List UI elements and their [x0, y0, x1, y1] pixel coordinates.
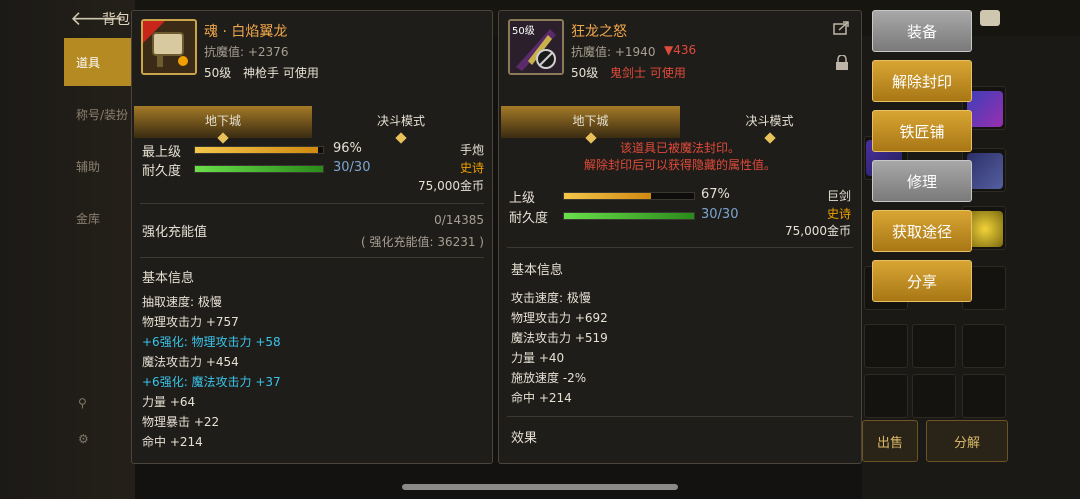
tab-pvp[interactable]: 决斗模式 [312, 106, 490, 144]
attribute-line: 物理攻击力 +692 [511, 311, 608, 325]
action-button[interactable]: 解除封印 [872, 60, 972, 102]
durability-label: 耐久度 [509, 211, 549, 226]
mode-tabs: 地下城 决斗模式 [501, 106, 859, 144]
home-indicator [402, 484, 678, 490]
item-tooltip-compare: 50级 狂龙之怒 抗魔值: +1940 ▼436 50级 鬼剑士 可使用 地下城… [498, 10, 862, 464]
attribute-line: 抽取速度: 极慢 [142, 295, 222, 309]
resistance-diff: ▼436 [664, 43, 697, 57]
weapon-type: 手炮 [459, 143, 484, 157]
attribute-line: 攻击速度: 极慢 [511, 291, 591, 305]
upgrade-percent: 67% [701, 187, 730, 202]
seal-message-1: 该道具已被魔法封印。 [619, 141, 740, 155]
item-name: 魂 · 白焰翼龙 [204, 24, 288, 40]
rarity: 史诗 [826, 207, 851, 221]
tab-dungeon[interactable]: 地下城 [501, 106, 680, 144]
attribute-line: 力量 +40 [511, 351, 565, 365]
sell-button[interactable]: 出售 [862, 420, 918, 462]
inventory-title: 背包 [102, 12, 130, 28]
side-bottom-icon-2[interactable]: ⚙ [78, 432, 89, 446]
tab-dungeon[interactable]: 地下城 [134, 106, 312, 144]
upgrade-label: 上级 [509, 191, 536, 206]
action-button[interactable]: 获取途径 [872, 210, 972, 252]
item-class-req: 鬼剑士 可使用 [610, 66, 686, 80]
side-tab-vault[interactable]: 金库 [64, 194, 136, 242]
divider [507, 416, 853, 417]
action-button[interactable]: 铁匠铺 [872, 110, 972, 152]
divider [140, 203, 484, 204]
price: 75,000金币 [785, 224, 851, 238]
divider [507, 247, 853, 248]
item-class-req: 神枪手 可使用 [243, 66, 319, 80]
item-resistance: 抗魔值: +2376 [204, 45, 289, 59]
price: 75,000金币 [418, 179, 484, 193]
durability-bar [194, 165, 324, 173]
basic-info-title: 基本信息 [511, 263, 564, 278]
attribute-line: 力量 +64 [142, 395, 196, 409]
item-level: 50级 [204, 66, 232, 80]
share-icon[interactable] [833, 21, 849, 35]
attribute-line: 魔法攻击力 +519 [511, 331, 608, 345]
effect-title: 效果 [511, 431, 538, 446]
action-button[interactable]: 分享 [872, 260, 972, 302]
level-badge: 50级 [512, 26, 535, 37]
durability-value: 30/30 [333, 160, 371, 175]
side-tab-titles[interactable]: 称号/装扮 [64, 90, 136, 138]
attribute-line: 命中 +214 [142, 435, 203, 449]
weapon-type: 巨剑 [826, 189, 851, 203]
action-button[interactable]: 修理 [872, 160, 972, 202]
attribute-line: 物理攻击力 +757 [142, 315, 239, 329]
seal-message-2: 解除封印后可以获得隐藏的属性值。 [583, 158, 776, 172]
mode-tabs: 地下城 决斗模式 [134, 106, 490, 144]
charge-label: 强化充能值 [142, 225, 208, 240]
charge-sub: ( 强化充能值: 36231 ) [360, 235, 484, 249]
upgrade-bar [194, 146, 324, 154]
disassemble-button[interactable]: 分解 [926, 420, 1008, 462]
item-resistance: 抗魔值: +1940 [571, 45, 656, 59]
tab-pvp[interactable]: 决斗模式 [680, 106, 859, 144]
lock-icon[interactable] [835, 55, 849, 71]
rarity: 史诗 [459, 161, 484, 175]
attribute-line: +6强化: 魔法攻击力 +37 [142, 375, 281, 389]
durability-label: 耐久度 [142, 164, 182, 179]
attribute-line: +6强化: 物理攻击力 +58 [142, 335, 281, 349]
chat-icon[interactable] [980, 10, 1000, 26]
attribute-line: 施放速度 -2% [511, 371, 587, 385]
item-level: 50级 [571, 66, 599, 80]
upgrade-bar [563, 192, 695, 200]
item-tooltip-equipped: 魂 · 白焰翼龙 抗魔值: +2376 50级 神枪手 可使用 地下城 决斗模式… [131, 10, 493, 464]
upgrade-percent: 96% [333, 141, 362, 156]
divider [140, 257, 484, 258]
attribute-line: 命中 +214 [511, 391, 572, 405]
item-name: 狂龙之怒 [571, 24, 627, 40]
action-button[interactable]: 装备 [872, 10, 972, 52]
attribute-line: 魔法攻击力 +454 [142, 355, 239, 369]
durability-bar [563, 212, 695, 220]
side-tab-items[interactable]: 道具 [64, 38, 136, 86]
basic-info-title: 基本信息 [142, 271, 195, 286]
attribute-line: 物理暴击 +22 [142, 415, 220, 429]
upgrade-label: 最上级 [142, 145, 182, 160]
durability-value: 30/30 [701, 207, 739, 222]
item-icon-greatsword: 50级 [508, 19, 564, 75]
item-icon-cannon [141, 19, 197, 75]
side-bottom-icon-1[interactable]: ⚲ [78, 396, 87, 410]
side-tab-assist[interactable]: 辅助 [64, 142, 136, 190]
charge-value: 0/14385 [434, 213, 484, 227]
